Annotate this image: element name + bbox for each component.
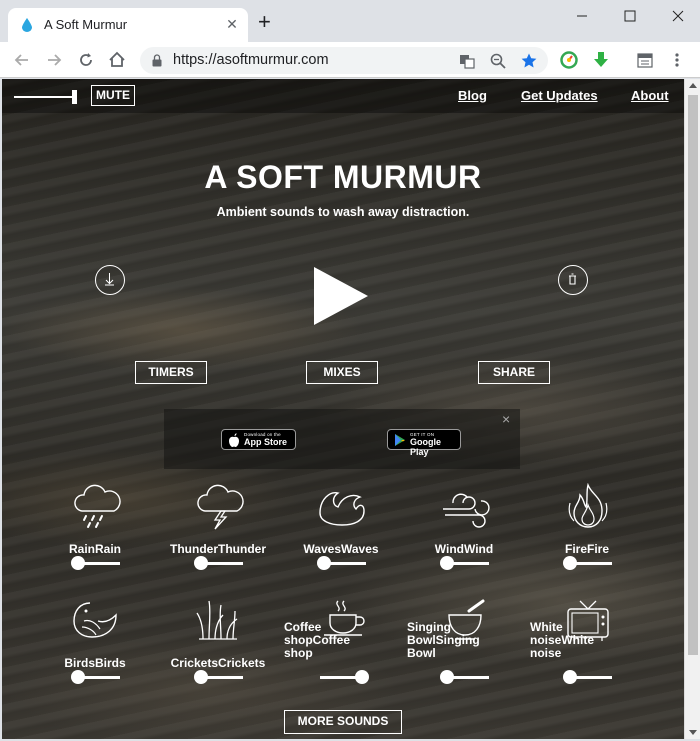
site-title: A SOFT MURMUR (204, 159, 482, 195)
google-play-text: Google Play (410, 437, 441, 457)
apple-icon (229, 433, 239, 447)
browser-tab[interactable]: A Soft Murmur ✕ (8, 8, 248, 42)
sound-label-white-noise: White noiseWhite noise (530, 620, 595, 660)
app-store-badge[interactable]: Download on the App Store (221, 429, 296, 450)
grass-icon (196, 600, 238, 640)
url-text: https://asoftmurmur.com (173, 52, 329, 68)
timers-button[interactable]: TIMERS (135, 361, 207, 384)
window-close-icon[interactable] (668, 6, 688, 26)
sound-coffee-shop: Coffee shopCoffee shop (276, 597, 406, 697)
waves-volume-knob[interactable] (317, 556, 331, 570)
home-icon[interactable] (107, 50, 127, 70)
thunder-volume-knob[interactable] (194, 556, 208, 570)
sound-fire: FireFire (522, 483, 652, 583)
clear-button[interactable] (558, 265, 588, 295)
more-sounds-button[interactable]: MORE SOUNDS (284, 710, 402, 734)
sound-label-thunder: ThunderThunder (170, 542, 266, 556)
page-viewport: MUTE Blog Get Updates About A SOFT MURMU… (2, 79, 684, 739)
browser-titlebar: A Soft Murmur ✕ + (0, 0, 700, 42)
lock-icon[interactable] (152, 54, 162, 67)
crickets-volume-knob[interactable] (194, 670, 208, 684)
mixes-button[interactable]: MIXES (306, 361, 378, 384)
sound-label-fire: FireFire (564, 542, 609, 556)
coffee-shop-volume-knob[interactable] (355, 670, 369, 684)
scroll-up-arrow-icon[interactable] (689, 83, 697, 88)
birds-icon (73, 602, 117, 638)
master-volume-track[interactable] (14, 96, 74, 98)
mute-button[interactable]: MUTE (91, 85, 135, 106)
download-arrow-icon[interactable] (592, 51, 610, 69)
site-tagline: Ambient sounds to wash away distraction. (216, 205, 470, 219)
sound-label-coffee-shop: Coffee shopCoffee shop (284, 620, 350, 660)
sound-label-birds: BirdsBirds (64, 656, 126, 670)
trash-icon (569, 273, 576, 285)
sound-label-wind: WindWind (434, 542, 494, 556)
browser-toolbar: https://asoftmurmur.com (0, 42, 700, 78)
sound-white-noise: White noiseWhite noise (522, 597, 652, 697)
download-button[interactable] (95, 265, 125, 295)
birds-volume-knob[interactable] (71, 670, 85, 684)
white-noise-volume-knob[interactable] (563, 670, 577, 684)
back-arrow-icon[interactable] (12, 50, 32, 70)
sound-crickets: CricketsCrickets (153, 597, 283, 697)
maximize-icon[interactable] (620, 6, 640, 26)
forward-arrow-icon[interactable] (44, 50, 64, 70)
fire-volume-knob[interactable] (563, 556, 577, 570)
site-topbar: MUTE Blog Get Updates About (2, 79, 684, 113)
sound-label-waves: WavesWaves (303, 542, 379, 556)
sound-birds: BirdsBirds (30, 597, 160, 697)
tab-close-icon[interactable]: ✕ (223, 15, 241, 33)
sound-label-singing-bowl: Singing BowlSinging Bowl (407, 620, 480, 660)
sound-label-crickets: CricketsCrickets (170, 656, 266, 670)
extension-speed-icon[interactable] (560, 51, 578, 69)
sound-wind: WindWind (399, 483, 529, 583)
sound-singing-bowl: Singing BowlSinging Bowl (399, 597, 529, 697)
sound-label-rain: RainRain (68, 542, 121, 556)
rain-icon (74, 484, 121, 528)
blog-link[interactable]: Blog (458, 88, 487, 103)
about-link[interactable]: About (631, 88, 669, 103)
sound-waves: WavesWaves (276, 483, 406, 583)
app-store-text: App Store (244, 437, 288, 447)
scroll-down-arrow-icon[interactable] (689, 730, 697, 735)
calendar-extension-icon[interactable] (636, 51, 654, 69)
thunder-icon (197, 484, 244, 530)
singing-bowl-volume-knob[interactable] (440, 670, 454, 684)
waves-icon (319, 492, 365, 526)
reload-icon[interactable] (76, 50, 96, 70)
sound-thunder: ThunderThunder (153, 483, 283, 583)
master-volume-handle[interactable] (72, 90, 77, 104)
new-tab-icon[interactable]: + (258, 11, 271, 33)
ad-close-icon[interactable]: × (502, 411, 510, 427)
play-icon[interactable] (312, 265, 370, 327)
sound-rain: RainRain (30, 483, 160, 583)
wind-volume-knob[interactable] (440, 556, 454, 570)
share-button[interactable]: SHARE (478, 361, 550, 384)
menu-kebab-icon[interactable] (668, 51, 686, 69)
download-tray-icon (105, 273, 114, 286)
google-play-icon (395, 434, 405, 446)
scroll-thumb[interactable] (688, 95, 698, 655)
bookmark-star-icon[interactable] (520, 52, 538, 70)
wind-icon (443, 493, 490, 528)
water-drop-icon (22, 18, 32, 32)
rain-volume-knob[interactable] (71, 556, 85, 570)
fire-icon (568, 483, 608, 528)
app-ad-banner: × Download on the App Store GET IT ON Go… (164, 409, 520, 469)
address-bar[interactable]: https://asoftmurmur.com (140, 47, 548, 74)
translate-icon[interactable] (458, 52, 476, 70)
page-scrollbar[interactable] (684, 79, 700, 739)
zoom-icon[interactable] (489, 52, 507, 70)
google-play-badge[interactable]: GET IT ON Google Play (387, 429, 461, 457)
tab-title: A Soft Murmur (44, 17, 128, 32)
get-updates-link[interactable]: Get Updates (521, 88, 598, 103)
minimize-icon[interactable] (572, 6, 592, 26)
